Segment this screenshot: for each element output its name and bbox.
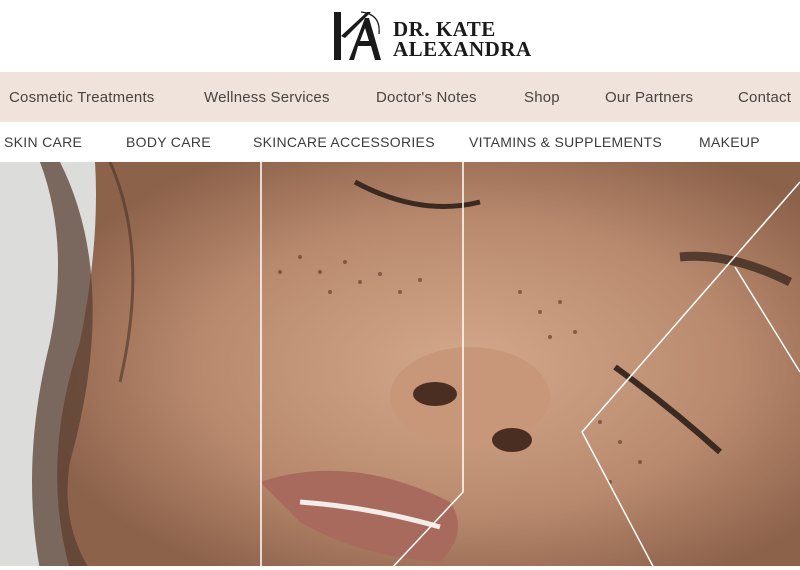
brand-name-line1: DR. KATE [393, 17, 496, 41]
category-skin-care[interactable]: SKIN CARE [4, 134, 82, 150]
brand-logo[interactable]: DR. KATE ALEXANDRA [331, 10, 546, 62]
nav-shop[interactable]: Shop [524, 89, 560, 106]
category-skincare-accessories[interactable]: SKINCARE ACCESSORIES [253, 134, 435, 150]
category-makeup[interactable]: MAKEUP [699, 134, 760, 150]
category-vitamins-supplements[interactable]: VITAMINS & SUPPLEMENTS [469, 134, 662, 150]
nav-contact[interactable]: Contact [738, 89, 791, 106]
nav-wellness-services[interactable]: Wellness Services [204, 89, 330, 106]
site-header: DR. KATE ALEXANDRA [0, 0, 800, 72]
nav-cosmetic-treatments[interactable]: Cosmetic Treatments [9, 89, 155, 106]
nav-our-partners[interactable]: Our Partners [605, 89, 693, 106]
category-body-care[interactable]: BODY CARE [126, 134, 211, 150]
hero-face-image [0, 162, 800, 570]
brand-name: DR. KATE ALEXANDRA [393, 17, 532, 61]
brand-name-line2: ALEXANDRA [393, 37, 532, 61]
shop-category-nav: SKIN CARE BODY CARE SKINCARE ACCESSORIES… [0, 122, 800, 162]
hero-banner [0, 162, 800, 570]
nav-doctors-notes[interactable]: Doctor's Notes [376, 89, 477, 106]
ka-monogram-icon [334, 11, 381, 60]
main-nav: Cosmetic Treatments Wellness Services Do… [0, 72, 800, 122]
hero-bottom-divider [0, 566, 800, 570]
